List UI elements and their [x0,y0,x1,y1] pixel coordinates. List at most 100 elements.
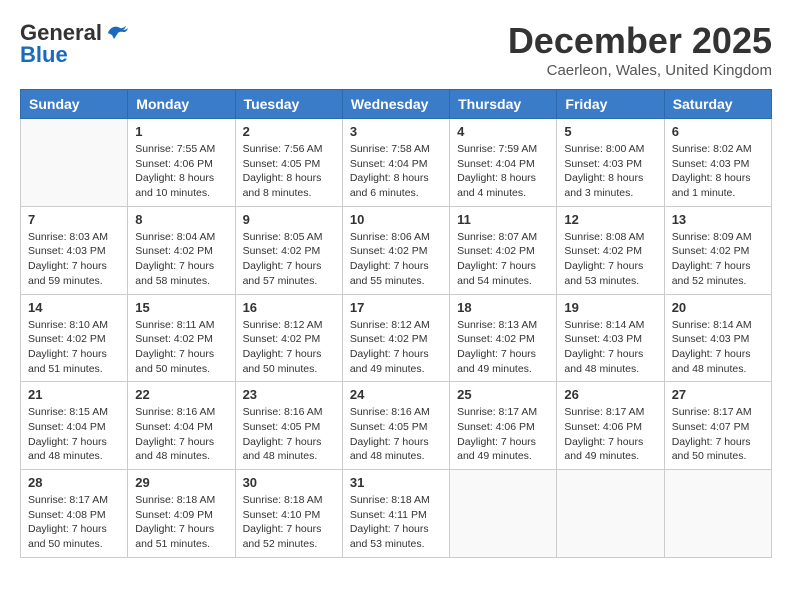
day-info: Sunrise: 8:11 AM Sunset: 4:02 PM Dayligh… [135,318,227,377]
calendar-cell: 22Sunrise: 8:16 AM Sunset: 4:04 PM Dayli… [128,382,235,470]
day-info: Sunrise: 8:17 AM Sunset: 4:06 PM Dayligh… [564,405,656,464]
day-info: Sunrise: 8:08 AM Sunset: 4:02 PM Dayligh… [564,230,656,289]
calendar-cell [664,470,771,558]
weekday-header-thursday: Thursday [450,90,557,119]
day-number: 16 [243,300,335,315]
day-number: 27 [672,387,764,402]
day-info: Sunrise: 8:17 AM Sunset: 4:08 PM Dayligh… [28,493,120,552]
day-info: Sunrise: 7:56 AM Sunset: 4:05 PM Dayligh… [243,142,335,201]
weekday-header-tuesday: Tuesday [235,90,342,119]
day-info: Sunrise: 8:16 AM Sunset: 4:05 PM Dayligh… [350,405,442,464]
calendar-cell: 18 Sunrise: 8:13 AM Sunset: 4:02 PM Dayli… [450,294,557,382]
day-number: 12 [564,212,656,227]
day-number: 9 [243,212,335,227]
day-number: 28 [28,475,120,490]
calendar-cell: 5 Sunrise: 8:00 AM Sunset: 4:03 PM Daylig… [557,119,664,207]
day-number: 21 [28,387,120,402]
day-info: Sunrise: 7:59 AM Sunset: 4:04 PM Dayligh… [457,142,549,201]
day-number: 6 [672,124,764,139]
day-number: 18 [457,300,549,315]
calendar-header-row: SundayMondayTuesdayWednesdayThursdayFrid… [21,90,772,119]
day-info: Sunrise: 8:17 AM Sunset: 4:07 PM Dayligh… [672,405,764,464]
day-info: Sunrise: 8:02 AM Sunset: 4:03 PM Dayligh… [672,142,764,201]
day-number: 1 [135,124,227,139]
day-info: Sunrise: 7:58 AM Sunset: 4:04 PM Dayligh… [350,142,442,201]
calendar-cell: 11 Sunrise: 8:07 AM Sunset: 4:02 PM Dayli… [450,206,557,294]
day-number: 19 [564,300,656,315]
calendar-cell: 1Sunrise: 7:55 AM Sunset: 4:06 PM Daylig… [128,119,235,207]
day-info: Sunrise: 8:17 AM Sunset: 4:06 PM Dayligh… [457,405,549,464]
day-info: Sunrise: 8:12 AM Sunset: 4:02 PM Dayligh… [350,318,442,377]
day-info: Sunrise: 8:13 AM Sunset: 4:02 PM Dayligh… [457,318,549,377]
calendar-table: SundayMondayTuesdayWednesdayThursdayFrid… [20,89,772,558]
calendar-cell: 31 Sunrise: 8:18 AM Sunset: 4:11 PM Dayli… [342,470,449,558]
day-number: 8 [135,212,227,227]
calendar-week-row: 28 Sunrise: 8:17 AM Sunset: 4:08 PM Dayli… [21,470,772,558]
day-info: Sunrise: 8:18 AM Sunset: 4:11 PM Dayligh… [350,493,442,552]
day-info: Sunrise: 8:14 AM Sunset: 4:03 PM Dayligh… [564,318,656,377]
calendar-cell: 13 Sunrise: 8:09 AM Sunset: 4:02 PM Dayli… [664,206,771,294]
day-number: 23 [243,387,335,402]
day-info: Sunrise: 8:00 AM Sunset: 4:03 PM Dayligh… [564,142,656,201]
day-number: 4 [457,124,549,139]
calendar-cell: 16 Sunrise: 8:12 AM Sunset: 4:02 PM Dayli… [235,294,342,382]
calendar-cell [21,119,128,207]
day-info: Sunrise: 8:07 AM Sunset: 4:02 PM Dayligh… [457,230,549,289]
calendar-week-row: 14 Sunrise: 8:10 AM Sunset: 4:02 PM Dayli… [21,294,772,382]
day-number: 15 [135,300,227,315]
day-info: Sunrise: 8:18 AM Sunset: 4:09 PM Dayligh… [135,493,227,552]
day-number: 5 [564,124,656,139]
day-number: 17 [350,300,442,315]
weekday-header-wednesday: Wednesday [342,90,449,119]
calendar-cell: 15 Sunrise: 8:11 AM Sunset: 4:02 PM Dayli… [128,294,235,382]
calendar-cell: 25 Sunrise: 8:17 AM Sunset: 4:06 PM Dayli… [450,382,557,470]
weekday-header-saturday: Saturday [664,90,771,119]
logo-bird-icon [106,25,128,41]
day-info: Sunrise: 8:04 AM Sunset: 4:02 PM Dayligh… [135,230,227,289]
calendar-week-row: 7Sunrise: 8:03 AM Sunset: 4:03 PM Daylig… [21,206,772,294]
calendar-cell: 30Sunrise: 8:18 AM Sunset: 4:10 PM Dayli… [235,470,342,558]
day-number: 31 [350,475,442,490]
day-info: Sunrise: 8:10 AM Sunset: 4:02 PM Dayligh… [28,318,120,377]
calendar-cell [557,470,664,558]
calendar-cell: 20Sunrise: 8:14 AM Sunset: 4:03 PM Dayli… [664,294,771,382]
calendar-cell: 29 Sunrise: 8:18 AM Sunset: 4:09 PM Dayli… [128,470,235,558]
day-number: 3 [350,124,442,139]
location: Caerleon, Wales, United Kingdom [508,62,772,79]
weekday-header-friday: Friday [557,90,664,119]
day-info: Sunrise: 8:05 AM Sunset: 4:02 PM Dayligh… [243,230,335,289]
calendar-week-row: 21 Sunrise: 8:15 AM Sunset: 4:04 PM Dayli… [21,382,772,470]
day-number: 29 [135,475,227,490]
calendar-cell: 10Sunrise: 8:06 AM Sunset: 4:02 PM Dayli… [342,206,449,294]
calendar-cell [450,470,557,558]
day-info: Sunrise: 8:15 AM Sunset: 4:04 PM Dayligh… [28,405,120,464]
calendar-week-row: 1Sunrise: 7:55 AM Sunset: 4:06 PM Daylig… [21,119,772,207]
day-number: 10 [350,212,442,227]
day-info: Sunrise: 8:12 AM Sunset: 4:02 PM Dayligh… [243,318,335,377]
day-number: 22 [135,387,227,402]
calendar-cell: 7Sunrise: 8:03 AM Sunset: 4:03 PM Daylig… [21,206,128,294]
day-info: Sunrise: 8:14 AM Sunset: 4:03 PM Dayligh… [672,318,764,377]
month-title: December 2025 [508,20,772,62]
calendar-cell: 8 Sunrise: 8:04 AM Sunset: 4:02 PM Daylig… [128,206,235,294]
logo-blue: Blue [20,42,68,68]
day-number: 11 [457,212,549,227]
calendar-cell: 24Sunrise: 8:16 AM Sunset: 4:05 PM Dayli… [342,382,449,470]
calendar-cell: 26 Sunrise: 8:17 AM Sunset: 4:06 PM Dayli… [557,382,664,470]
calendar-cell: 4 Sunrise: 7:59 AM Sunset: 4:04 PM Daylig… [450,119,557,207]
day-number: 7 [28,212,120,227]
day-number: 13 [672,212,764,227]
day-number: 14 [28,300,120,315]
day-info: Sunrise: 8:18 AM Sunset: 4:10 PM Dayligh… [243,493,335,552]
calendar-cell: 12 Sunrise: 8:08 AM Sunset: 4:02 PM Dayli… [557,206,664,294]
day-number: 26 [564,387,656,402]
day-info: Sunrise: 8:16 AM Sunset: 4:05 PM Dayligh… [243,405,335,464]
calendar-cell: 3 Sunrise: 7:58 AM Sunset: 4:04 PM Daylig… [342,119,449,207]
calendar-cell: 17 Sunrise: 8:12 AM Sunset: 4:02 PM Dayli… [342,294,449,382]
day-info: Sunrise: 8:09 AM Sunset: 4:02 PM Dayligh… [672,230,764,289]
page-header: General Blue December 2025 Caerleon, Wal… [20,20,772,79]
calendar-cell: 28 Sunrise: 8:17 AM Sunset: 4:08 PM Dayli… [21,470,128,558]
day-number: 2 [243,124,335,139]
calendar-cell: 2 Sunrise: 7:56 AM Sunset: 4:05 PM Daylig… [235,119,342,207]
day-number: 25 [457,387,549,402]
